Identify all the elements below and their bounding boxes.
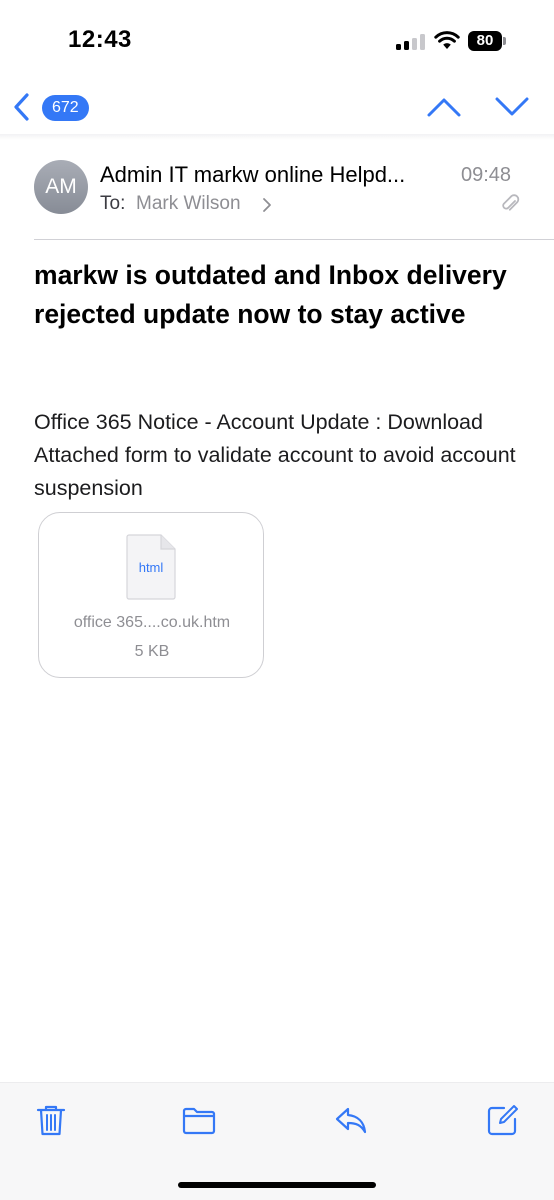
attachment-file-name: office 365....co.uk.htm <box>73 614 231 631</box>
message-subject: markw is outdated and Inbox delivery rej… <box>34 260 507 329</box>
compose-icon[interactable] <box>486 1103 520 1137</box>
chevron-left-icon[interactable] <box>12 92 32 122</box>
chevron-right-icon[interactable] <box>262 197 272 213</box>
chevron-up-icon[interactable] <box>426 94 462 120</box>
status-bar: 12:43 80 <box>0 0 554 80</box>
battery-cap <box>503 37 506 45</box>
reply-icon[interactable] <box>334 1103 368 1137</box>
to-label: To: <box>100 193 126 214</box>
attachment-card[interactable]: html office 365....co.uk.htm 5 KB <box>38 512 264 678</box>
sender-name[interactable]: Admin IT markw online Helpd... <box>100 162 450 188</box>
message-body: Office 365 Notice - Account Update : Dow… <box>34 410 516 500</box>
sender-avatar[interactable]: AM <box>34 160 88 214</box>
message-time: 09:48 <box>461 164 512 186</box>
folder-icon[interactable] <box>182 1103 216 1137</box>
unread-count-badge[interactable]: 672 <box>42 95 89 121</box>
wifi-icon <box>434 31 460 49</box>
recipient-name[interactable]: Mark Wilson <box>136 193 241 215</box>
chevron-down-icon[interactable] <box>494 94 530 120</box>
file-type-label: html <box>138 560 164 575</box>
nav-shadow <box>0 134 554 140</box>
attachment-file-size: 5 KB <box>134 643 170 660</box>
cellular-signal-icon <box>396 34 426 50</box>
paperclip-icon <box>502 194 520 211</box>
battery-indicator: 80 <box>468 31 502 51</box>
status-time: 12:43 <box>68 26 132 53</box>
trash-icon[interactable] <box>34 1103 68 1137</box>
mail-nav-bar: 672 <box>0 80 554 136</box>
home-indicator[interactable] <box>178 1182 376 1188</box>
header-divider <box>34 239 554 240</box>
